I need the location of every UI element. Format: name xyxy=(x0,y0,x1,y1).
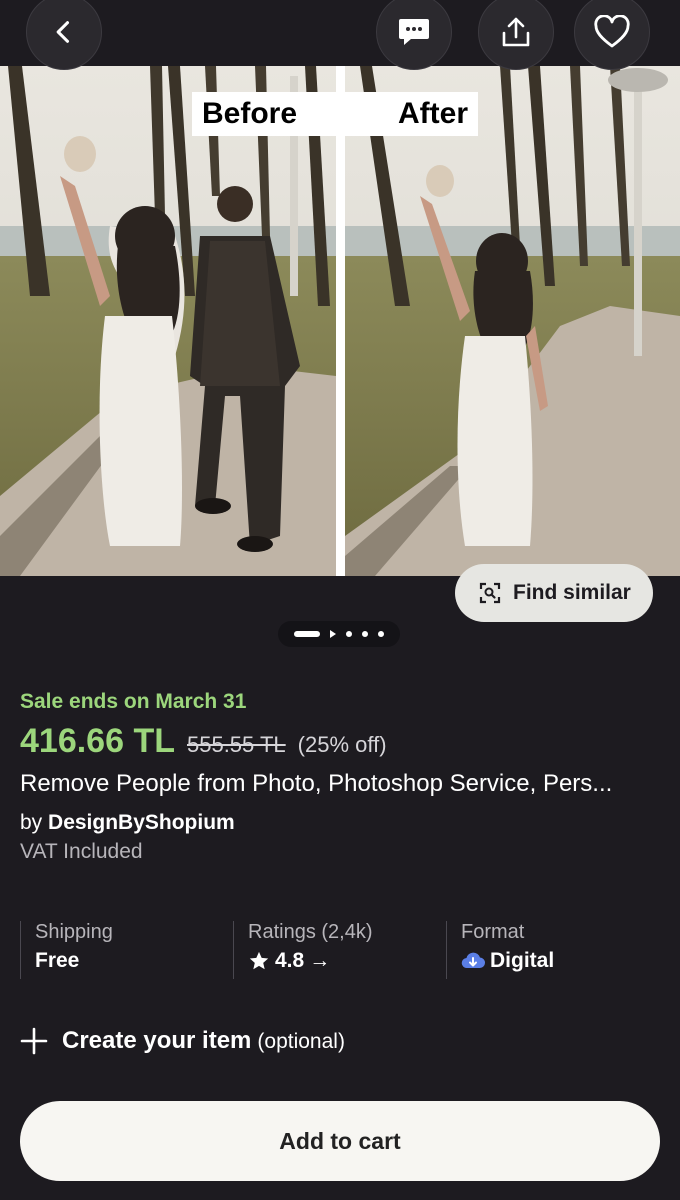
find-similar-label: Find similar xyxy=(513,581,631,604)
chat-button[interactable] xyxy=(376,0,452,70)
discount-percentage: (25% off) xyxy=(297,732,387,757)
before-label: Before xyxy=(192,92,340,136)
seller-prefix: by xyxy=(20,811,43,834)
share-button[interactable] xyxy=(478,0,554,70)
top-bar xyxy=(0,0,680,70)
format-value-row: Digital xyxy=(461,949,660,973)
product-image-carousel[interactable]: Before After xyxy=(0,66,680,576)
video-indicator-icon[interactable] xyxy=(330,630,336,638)
download-cloud-icon xyxy=(461,952,485,969)
create-item-optional: (optional) xyxy=(257,1030,345,1053)
price-row: 416.66 TL 555.55 TL (25% off) xyxy=(20,722,387,761)
vat-note: VAT Included xyxy=(20,840,143,863)
format-label: Format xyxy=(461,921,525,943)
add-to-cart-button[interactable]: Add to cart xyxy=(20,1101,660,1181)
chevron-left-icon xyxy=(56,21,70,43)
ratings-stat[interactable]: Ratings (2,4k) 4.8 → xyxy=(233,921,446,979)
shipping-stat: Shipping Free xyxy=(20,921,233,979)
pagination-dot[interactable] xyxy=(362,631,368,637)
seller-line: by DesignByShopium xyxy=(20,811,235,835)
seller-name-link[interactable]: DesignByShopium xyxy=(48,811,235,834)
shipping-label: Shipping xyxy=(35,921,113,943)
share-icon xyxy=(502,17,530,47)
back-button[interactable] xyxy=(26,0,102,70)
star-icon xyxy=(249,951,269,970)
shipping-value: Free xyxy=(35,949,80,972)
before-after-photo xyxy=(0,66,680,576)
sale-notice: Sale ends on March 31 xyxy=(20,690,247,713)
pagination-dot[interactable] xyxy=(346,631,352,637)
pagination-dot[interactable] xyxy=(378,631,384,637)
listing-stats: Shipping Free Ratings (2,4k) 4.8 → Forma… xyxy=(20,921,660,979)
create-item-label: Create your item xyxy=(62,1027,252,1054)
image-pagination[interactable] xyxy=(278,621,400,647)
create-your-item-toggle[interactable]: Create your item (optional) xyxy=(20,1027,345,1055)
visual-search-icon xyxy=(479,582,501,604)
after-label: After xyxy=(345,92,478,136)
ratings-value: 4.8 xyxy=(275,949,305,972)
plus-icon xyxy=(20,1027,48,1055)
ratings-value-row[interactable]: 4.8 → xyxy=(248,949,446,973)
chat-bubble-icon xyxy=(399,19,429,45)
original-price: 555.55 TL xyxy=(186,732,286,757)
favorite-button[interactable] xyxy=(574,0,650,70)
pagination-dot-active[interactable] xyxy=(294,631,320,637)
arrow-right-icon: → xyxy=(309,949,331,972)
before-panel xyxy=(0,66,336,576)
ratings-label: Ratings (2,4k) xyxy=(248,921,373,943)
current-price: 416.66 TL xyxy=(20,722,175,760)
format-stat: Format Digital xyxy=(446,921,660,979)
after-panel xyxy=(345,66,680,576)
listing-title[interactable]: Remove People from Photo, Photoshop Serv… xyxy=(20,770,665,798)
format-value: Digital xyxy=(490,949,555,972)
find-similar-button[interactable]: Find similar xyxy=(455,564,653,622)
heart-icon xyxy=(594,15,630,48)
